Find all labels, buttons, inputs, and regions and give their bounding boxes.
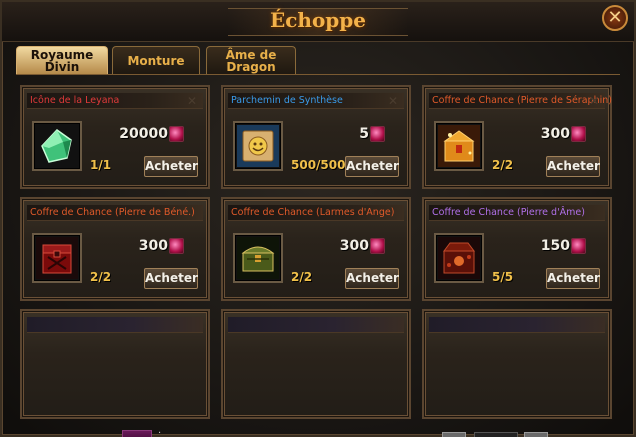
red-chest-icon xyxy=(36,237,78,279)
item-name: Coffre de Chance (Pierre de Séraphin) xyxy=(432,95,612,106)
buy-button[interactable]: Acheter xyxy=(345,156,399,177)
item-slot[interactable] xyxy=(233,121,283,171)
item-price: 5 xyxy=(359,126,369,142)
item-stock: 500/500 xyxy=(291,158,346,172)
tab-divider xyxy=(16,74,620,75)
buy-button[interactable]: Acheter xyxy=(345,268,399,289)
page-next-button[interactable] xyxy=(524,432,548,437)
item-header: Icône de la Leyana ✕ xyxy=(27,93,203,109)
pink-crystal-icon xyxy=(370,126,385,142)
item-slot[interactable] xyxy=(434,121,484,171)
shop-item-card: Coffre de Chance (Larmes d'Ange) 300 2/2… xyxy=(221,197,411,301)
item-header: Coffre de Chance (Pierre d'Âme) xyxy=(429,205,605,221)
currency-amount: · xyxy=(158,428,162,437)
item-slot[interactable] xyxy=(233,233,283,283)
item-stock: 2/2 xyxy=(90,270,112,284)
item-price: 20000 xyxy=(119,126,168,142)
item-header: Coffre de Chance (Pierre de Béné.) xyxy=(27,205,203,221)
item-stock: 2/2 xyxy=(291,270,313,284)
shop-item-card: Parchemin de Synthèse ✕ 5 500/500 Achete… xyxy=(221,85,411,189)
tab-royaume-divin[interactable]: Royaume Divin xyxy=(16,46,108,74)
item-header: Parchemin de Synthèse ✕ xyxy=(228,93,404,109)
item-slot[interactable] xyxy=(32,121,82,171)
pink-crystal-icon xyxy=(571,238,586,254)
empty-item-card xyxy=(422,309,612,419)
dark-red-chest-icon xyxy=(438,237,480,279)
tab-ame-de-dragon[interactable]: Âme de Dragon xyxy=(206,46,296,74)
scroll-icon xyxy=(237,125,279,167)
item-name: Coffre de Chance (Larmes d'Ange) xyxy=(231,207,395,218)
title-bar: Échoppe ✕ xyxy=(2,2,634,42)
buy-button[interactable]: Acheter xyxy=(144,156,198,177)
item-stock: 1/1 xyxy=(90,158,112,172)
item-header: Coffre de Chance (Larmes d'Ange) xyxy=(228,205,404,221)
shop-item-card: Coffre de Chance (Pierre de Béné.) 300 2… xyxy=(20,197,210,301)
buy-button[interactable]: Acheter xyxy=(144,268,198,289)
x-icon: ✕ xyxy=(186,94,197,108)
buy-button[interactable]: Acheter xyxy=(546,268,600,289)
item-price: 150 xyxy=(540,238,570,254)
pink-crystal-icon xyxy=(169,126,184,142)
item-stock: 2/2 xyxy=(492,158,514,172)
pink-crystal-icon xyxy=(169,238,184,254)
item-name: Coffre de Chance (Pierre d'Âme) xyxy=(432,207,585,218)
page-field[interactable] xyxy=(474,432,518,437)
item-name: Coffre de Chance (Pierre de Béné.) xyxy=(30,207,195,218)
item-price: 300 xyxy=(138,238,168,254)
shop-item-card: Icône de la Leyana ✕ 20000 1/1 Acheter xyxy=(20,85,210,189)
item-header xyxy=(429,317,605,333)
currency-icon xyxy=(122,430,152,437)
item-header xyxy=(228,317,404,333)
x-icon: ✕ xyxy=(588,94,599,108)
tab-monture[interactable]: Monture xyxy=(112,46,200,74)
item-slot[interactable] xyxy=(434,233,484,283)
item-header xyxy=(27,317,203,333)
bottom-bar: · xyxy=(2,420,634,437)
window-title: Échoppe xyxy=(270,8,366,32)
page-prev-button[interactable] xyxy=(442,432,466,437)
pink-crystal-icon xyxy=(370,238,385,254)
close-button[interactable]: ✕ xyxy=(602,5,628,31)
item-name: Parchemin de Synthèse xyxy=(231,95,343,106)
green-chest-icon xyxy=(237,237,279,279)
empty-item-card xyxy=(20,309,210,419)
item-slot[interactable] xyxy=(32,233,82,283)
item-stock: 5/5 xyxy=(492,270,514,284)
shop-item-card: Coffre de Chance (Pierre d'Âme) 150 5/5 … xyxy=(422,197,612,301)
shop-item-card: Coffre de Chance (Pierre de Séraphin) ✕ … xyxy=(422,85,612,189)
shop-window: Échoppe ✕ Royaume Divin Monture Âme de D… xyxy=(0,0,636,437)
item-price: 300 xyxy=(540,126,570,142)
item-header: Coffre de Chance (Pierre de Séraphin) ✕ xyxy=(429,93,612,109)
pink-crystal-icon xyxy=(571,126,586,142)
item-price: 300 xyxy=(339,238,369,254)
buy-button[interactable]: Acheter xyxy=(546,156,600,177)
item-name: Icône de la Leyana xyxy=(30,95,120,106)
x-icon: ✕ xyxy=(387,94,398,108)
empty-item-card xyxy=(221,309,411,419)
green-gem-icon xyxy=(41,129,72,163)
golden-chest-icon xyxy=(438,125,480,167)
